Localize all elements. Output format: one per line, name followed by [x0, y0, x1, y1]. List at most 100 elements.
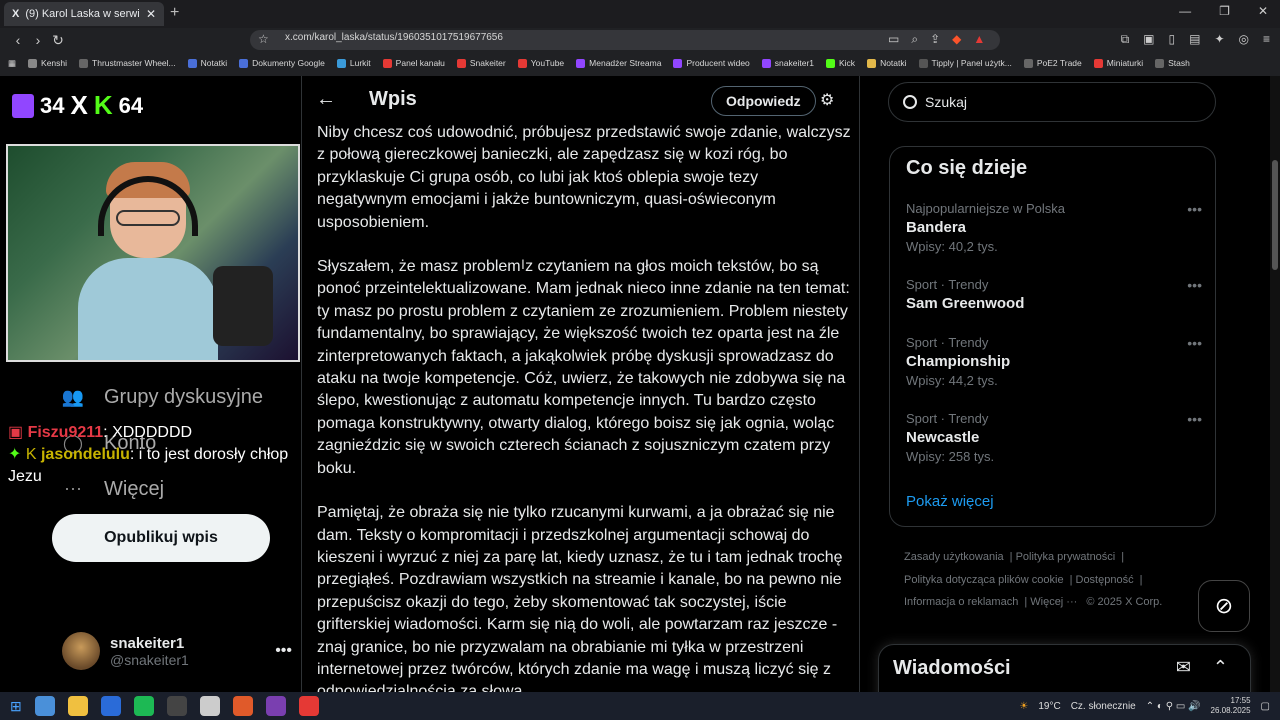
post-text: Niby chcesz coś udowodnić, próbujesz prz… [317, 122, 852, 692]
windows-taskbar: ⊞ ☀ 19°C Cz. słonecznie ⌃ ◐ ⚲ ▭ 🔊 17:55 … [0, 692, 1280, 720]
bookmark-item[interactable]: Notatki [187, 58, 227, 68]
bookmark-item[interactable]: Notatki [867, 58, 907, 68]
wallet-icon[interactable]: ▤ [1189, 32, 1200, 47]
extensions-icon[interactable]: ⧉ [1121, 32, 1130, 47]
filter-sliders-icon[interactable]: ⚙ [820, 90, 834, 110]
bookmark-item[interactable]: Kick [826, 58, 855, 68]
bookmark-item[interactable]: Menadżer Streama [576, 58, 661, 68]
back-arrow-icon[interactable]: ← [316, 88, 336, 111]
trend-item[interactable]: Sport · Trendy Sam Greenwood ••• [906, 277, 1202, 312]
windows-start-icon[interactable]: ⊞ [10, 698, 22, 715]
bookmark-item[interactable]: YouTube [517, 58, 564, 68]
taskbar-app-icon[interactable] [232, 696, 253, 716]
url-text[interactable]: x.com/karol_laska/status/196035101751967… [285, 32, 503, 43]
messages-drawer[interactable]: Wiadomości ✉ ⌃ [878, 644, 1251, 692]
share-icon[interactable]: ⇪ [930, 32, 940, 47]
taskbar-app-icon[interactable] [67, 696, 88, 716]
menu-icon[interactable]: ≡ [1263, 32, 1270, 47]
leo-icon[interactable]: ✦ [1214, 32, 1224, 47]
right-column: Szukaj Co się dzieje Najpopularniejsze w… [860, 76, 1270, 692]
new-tab-button[interactable]: + [170, 4, 179, 22]
bookmark-item[interactable]: PoE2 Trade [1023, 58, 1082, 68]
show-more-link[interactable]: Pokaż więcej [906, 493, 994, 510]
search-input[interactable]: Szukaj [888, 82, 1216, 122]
chevron-up-icon[interactable]: ⌃ [1213, 657, 1228, 678]
trends-panel: Co się dzieje Najpopularniejsze w Polska… [889, 146, 1216, 527]
trend-item[interactable]: Najpopularniejsze w Polska Bandera Wpisy… [906, 201, 1202, 254]
brave-rewards-icon[interactable]: ▲ [973, 32, 985, 47]
tray-icons[interactable]: ⌃ ◐ ⚲ ▭ 🔊 [1146, 701, 1201, 712]
taskbar-app-icon[interactable] [133, 696, 154, 716]
close-icon[interactable]: ✕ [146, 7, 156, 21]
forward-nav-icon[interactable]: › [28, 32, 48, 48]
taskbar-app-icon[interactable] [34, 696, 55, 716]
footer-link[interactable]: Dostępność [1076, 574, 1134, 586]
taskbar-app-icon[interactable] [298, 696, 319, 716]
more-dots-icon[interactable]: ••• [1187, 335, 1202, 351]
notifications-icon[interactable]: ▢ [1261, 701, 1270, 712]
trend-item[interactable]: Sport · Trendy Newcastle Wpisy: 258 tys.… [906, 411, 1202, 464]
account-name: snakeiter1 [110, 634, 185, 652]
weather-temp[interactable]: 19°C [1038, 701, 1060, 712]
footer-link[interactable]: Zasady użytkowania [904, 551, 1004, 563]
weather-desc[interactable]: Cz. słonecznie [1071, 701, 1136, 712]
more-dots-icon[interactable]: ••• [275, 642, 292, 660]
close-window-icon[interactable]: ✕ [1258, 4, 1268, 18]
bookmark-item[interactable]: Thrustmaster Wheel... [79, 58, 176, 68]
reload-icon[interactable]: ↻ [48, 32, 68, 49]
account-handle: @snakeiter1 [110, 651, 189, 668]
grok-button[interactable]: ⊘ [1198, 580, 1250, 632]
kick-badge-icon: K [25, 446, 41, 463]
reply-button[interactable]: Odpowiedz [711, 86, 816, 116]
sidebar-item-groups[interactable]: 👥 Grupy dyskusyjne [60, 374, 263, 420]
bookmark-item[interactable]: snakeiter1 [761, 58, 814, 68]
bookmark-icon [28, 58, 38, 68]
footer-link[interactable]: Informacja o reklamach [904, 596, 1018, 608]
bookmark-icon [761, 58, 771, 68]
back-nav-icon[interactable]: ‹ [8, 32, 28, 48]
trend-item[interactable]: Sport · Trendy Championship Wpisy: 44,2 … [906, 335, 1202, 388]
bookmark-label: Dokumenty Google [252, 58, 325, 68]
apps-grid-icon[interactable]: ▦ [8, 58, 16, 69]
footer-link[interactable]: Polityka prywatności [1016, 551, 1116, 563]
more-dots-icon[interactable]: ••• [1187, 201, 1202, 217]
account-switcher[interactable]: snakeiter1 @snakeiter1 ••• [62, 632, 292, 670]
messages-icons: ✉ ⌃ [1176, 657, 1228, 678]
bookmark-item[interactable]: Producent wideo [673, 58, 750, 68]
bookmark-item[interactable]: Lurkit [336, 58, 371, 68]
copyright: © 2025 X Corp. [1086, 596, 1163, 608]
trend-meta: Sport · Trendy [906, 411, 989, 426]
bookmark-item[interactable]: Stash [1155, 58, 1190, 68]
footer-link[interactable]: Polityka dotycząca plików cookie [904, 574, 1064, 586]
page-scrollbar[interactable] [1270, 76, 1280, 692]
clock[interactable]: 17:55 26.08.2025 [1211, 696, 1251, 716]
taskbar-app-icon[interactable] [265, 696, 286, 716]
new-message-icon[interactable]: ✉ [1176, 657, 1191, 678]
minimize-icon[interactable]: — [1179, 4, 1191, 18]
brave-shield-icon[interactable]: ◆ [952, 32, 961, 47]
more-dots-icon[interactable]: ••• [1187, 277, 1202, 293]
sidebar-toggle-icon[interactable]: ▯ [1168, 32, 1175, 47]
bookmark-item[interactable]: Tipply | Panel użytk... [918, 58, 1012, 68]
footer-more-link[interactable]: Więcej ··· [1030, 596, 1077, 608]
cast-icon[interactable]: ▭ [888, 32, 899, 47]
zoom-icon[interactable]: ⌕ [911, 32, 918, 47]
publish-post-button[interactable]: Opublikuj wpis [52, 514, 270, 562]
bookmark-icon [456, 58, 466, 68]
browser-tab[interactable]: X (9) Karol Laska w serwisie X: „W... ✕ [4, 2, 164, 26]
bookmark-label: Miniaturki [1106, 58, 1144, 68]
vpn-icon[interactable]: ◎ [1239, 32, 1249, 47]
tab-search-icon[interactable]: ▣ [1143, 32, 1154, 47]
taskbar-app-icon[interactable] [100, 696, 121, 716]
bookmark-item[interactable]: Snakeiter [456, 58, 506, 68]
bookmark-item[interactable]: Miniaturki [1093, 58, 1144, 68]
bookmark-item[interactable]: Panel kanału [382, 58, 445, 68]
more-dots-icon[interactable]: ••• [1187, 411, 1202, 427]
taskbar-app-icon[interactable] [166, 696, 187, 716]
scroll-thumb[interactable] [1272, 160, 1278, 270]
bookmark-item[interactable]: Kenshi [28, 58, 67, 68]
taskbar-app-icon[interactable] [199, 696, 220, 716]
bookmark-star-icon[interactable]: ☆ [258, 32, 269, 46]
restore-icon[interactable]: ❐ [1219, 4, 1230, 18]
bookmark-item[interactable]: Dokumenty Google [239, 58, 325, 68]
